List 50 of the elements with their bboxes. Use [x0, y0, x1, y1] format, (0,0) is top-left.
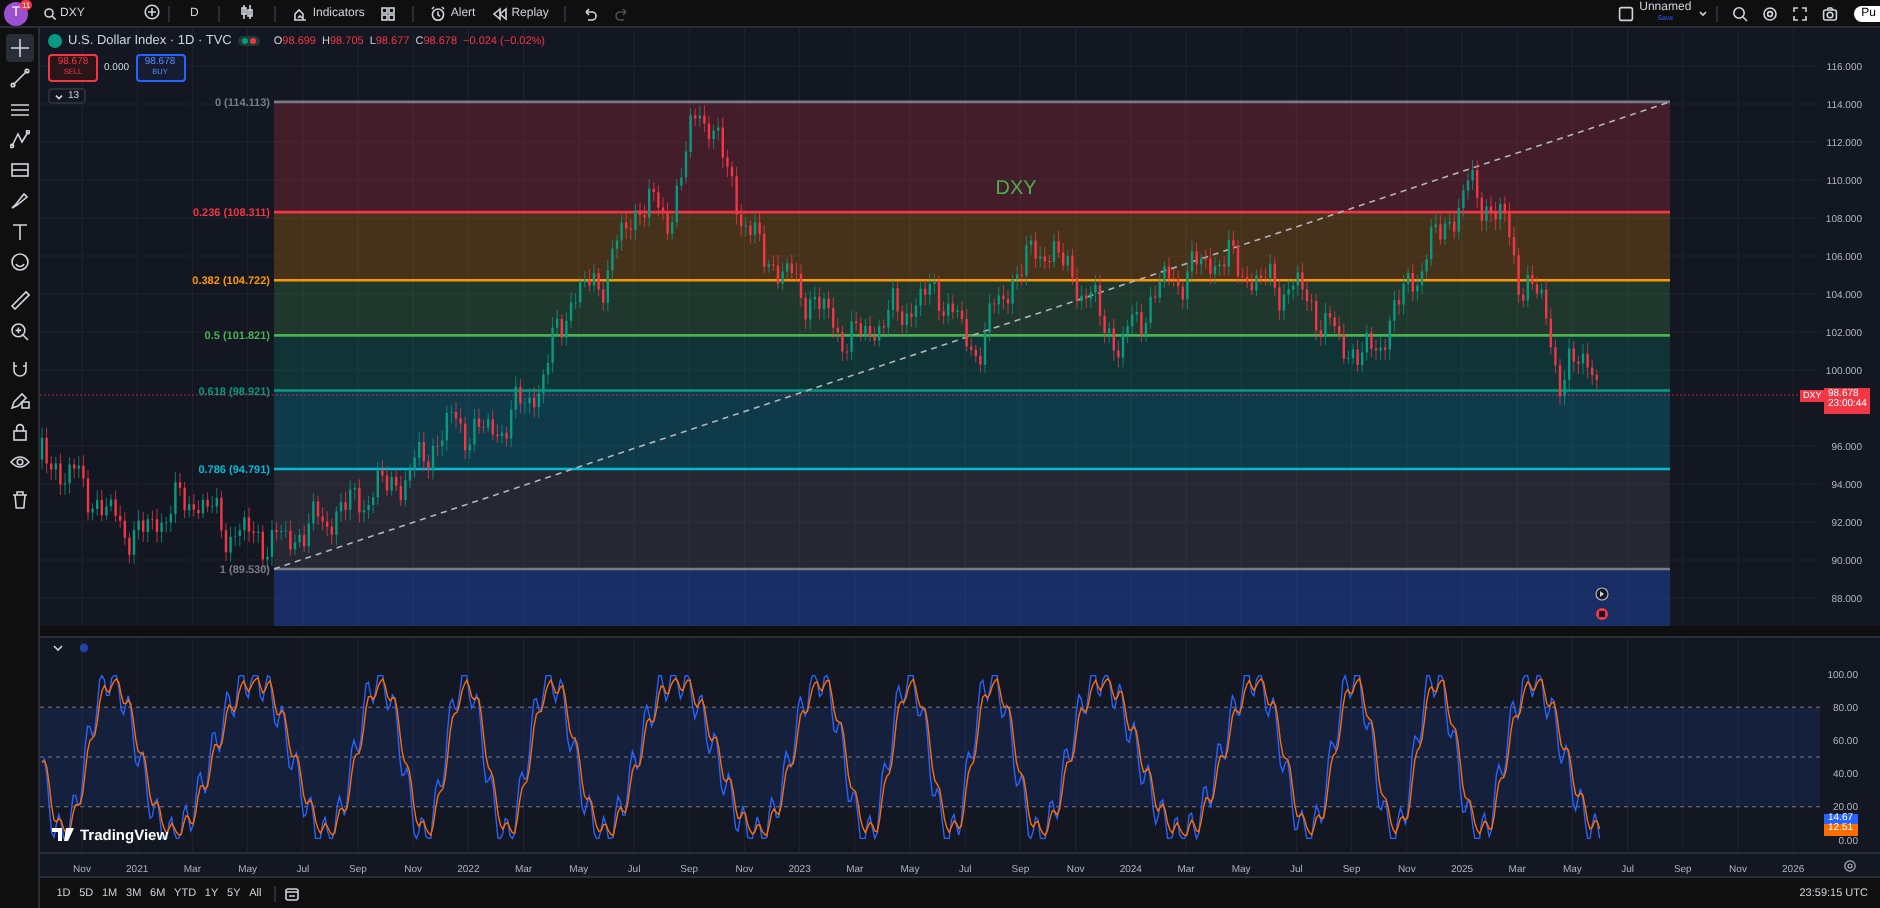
nodes-tool[interactable]: [5, 125, 33, 154]
pencil-lock-icon: [9, 390, 29, 411]
add-circle-icon[interactable]: [144, 3, 160, 19]
rewind-icon: [491, 5, 508, 21]
zoom-in-tool[interactable]: [5, 317, 33, 346]
chart-text-label[interactable]: DXY: [995, 178, 1037, 200]
magnet-icon: [9, 359, 29, 380]
camera-icon[interactable]: [1822, 5, 1839, 21]
smiley-tool[interactable]: [5, 248, 33, 277]
fib-level-line[interactable]: [274, 278, 1670, 282]
alarm-clock-icon: [430, 5, 447, 21]
ranges-icon: [9, 160, 29, 181]
crosshair-tool[interactable]: [5, 34, 33, 62]
layout-square-icon[interactable]: [1617, 5, 1634, 21]
lock-icon: [9, 421, 29, 442]
fib-level-line[interactable]: [274, 467, 1670, 471]
ruler-icon: [9, 290, 29, 311]
eye-icon: [9, 451, 29, 472]
indicator-dot-icon[interactable]: [78, 642, 90, 654]
ruler-tool[interactable]: [5, 286, 33, 315]
search-icon[interactable]: [44, 7, 56, 19]
undo-icon[interactable]: [582, 5, 599, 21]
brush-icon: [9, 190, 29, 211]
fullscreen-icon[interactable]: [1792, 5, 1809, 21]
caret-icon[interactable]: [1697, 8, 1708, 18]
fib-level-line[interactable]: [274, 100, 1670, 104]
zoom-in-icon: [9, 321, 29, 342]
grid-icon[interactable]: [380, 5, 397, 21]
crosshair-icon: [9, 38, 29, 58]
text-tool-icon: [9, 221, 29, 242]
date-range-icon[interactable]: [283, 885, 300, 901]
logo-mark-icon: [52, 828, 74, 842]
line-tool-icon: [9, 68, 29, 89]
line-tool-tool[interactable]: [5, 64, 33, 93]
nodes-icon: [9, 129, 29, 150]
fib-level-line[interactable]: [274, 567, 1670, 571]
settings-icon[interactable]: [1844, 860, 1856, 872]
settings-icon[interactable]: [1762, 5, 1779, 21]
fib-level-line[interactable]: [274, 210, 1670, 214]
candles-icon[interactable]: [240, 3, 255, 19]
chevron-down-icon[interactable]: [52, 642, 64, 654]
market-status-icon[interactable]: [237, 36, 260, 46]
smiley-icon: [9, 252, 29, 273]
arrow-circle-icon[interactable]: [1595, 587, 1609, 601]
parallel-lines-icon: [9, 99, 29, 120]
trash-icon: [9, 490, 29, 511]
event-marker-icon[interactable]: [1596, 608, 1608, 620]
chevron-down-icon: [54, 91, 64, 101]
symbol-logo-icon: [48, 34, 62, 48]
zoom-icon[interactable]: [1732, 5, 1749, 21]
